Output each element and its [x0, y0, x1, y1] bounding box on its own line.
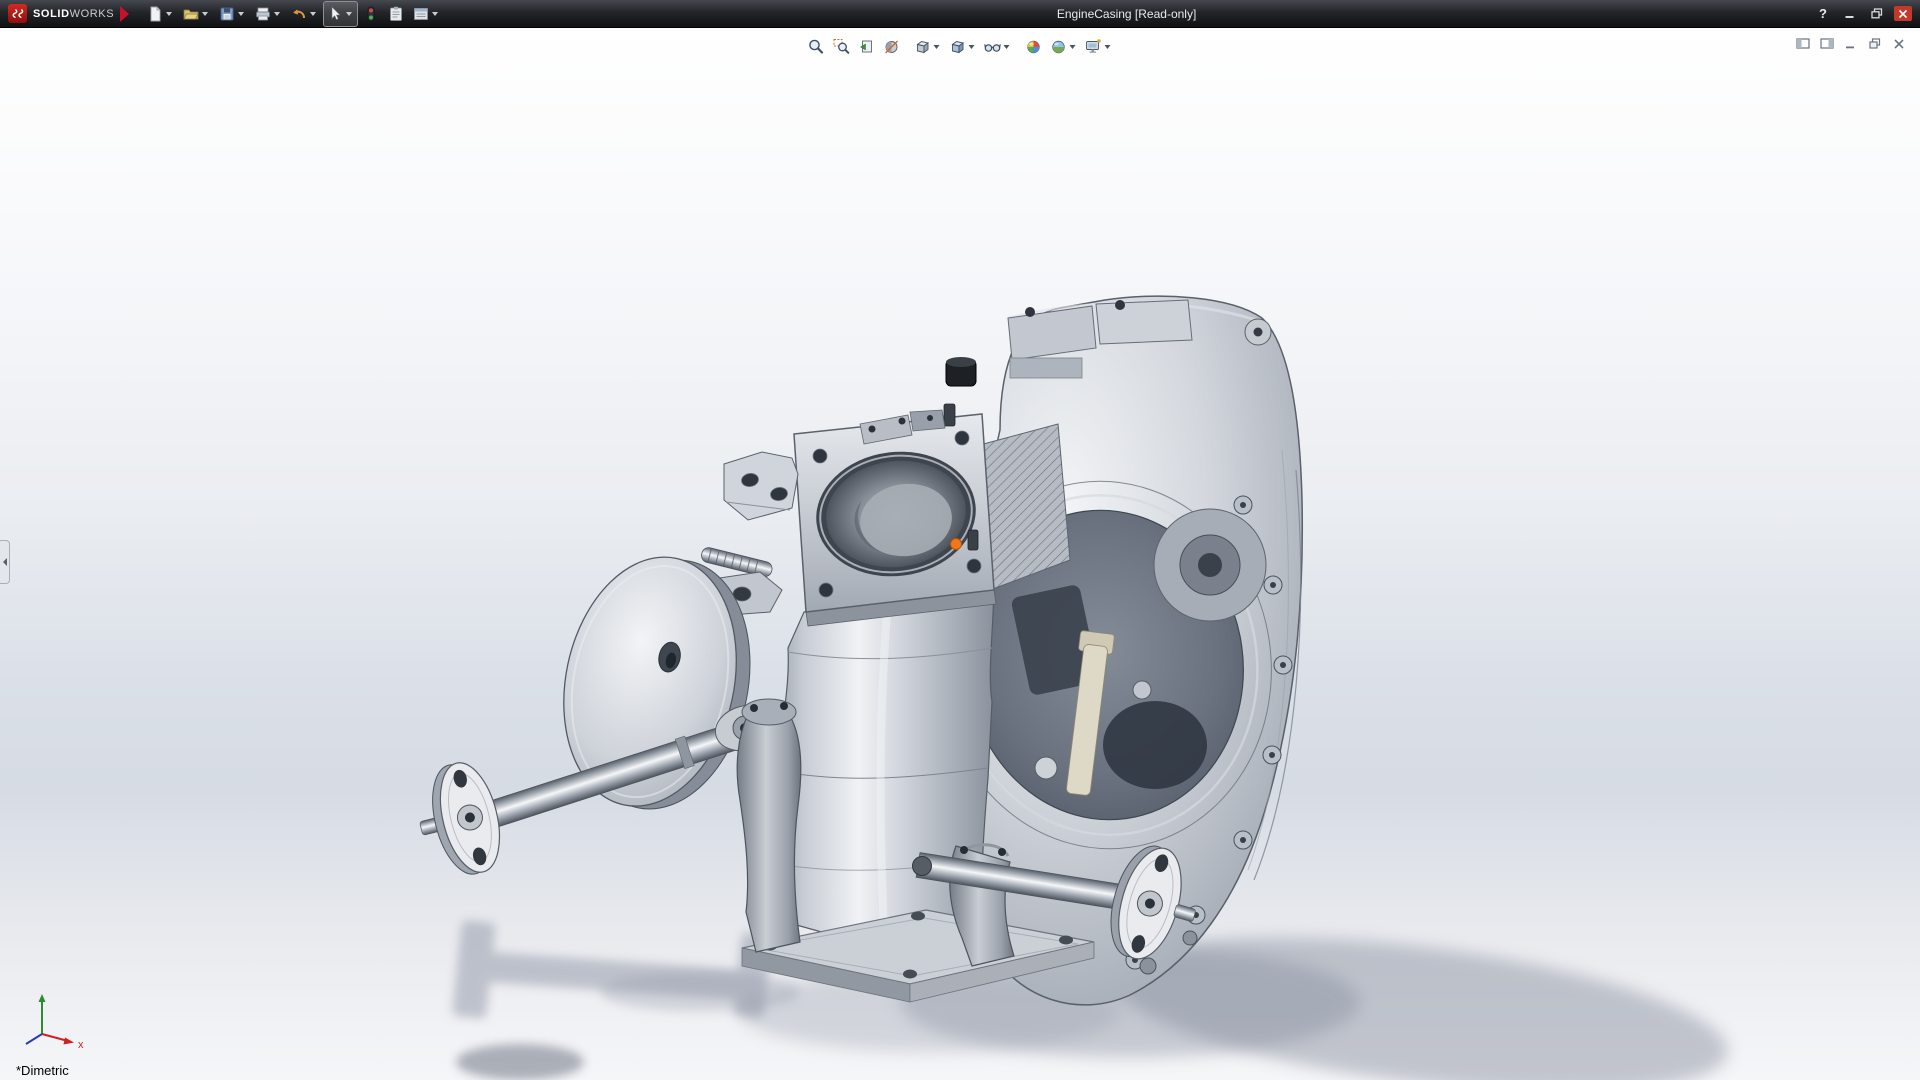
save-button[interactable]: [215, 1, 250, 27]
restore-doc-icon: [1868, 38, 1882, 50]
dropdown-arrow-icon[interactable]: [934, 45, 940, 49]
feature-panel-collapse-tab[interactable]: [0, 540, 10, 584]
minimize-document-button[interactable]: [1842, 36, 1860, 51]
options-icon: [412, 5, 430, 23]
view-orientation-button[interactable]: [911, 33, 945, 61]
close-document-button[interactable]: [1890, 36, 1908, 51]
minimize-icon: [1844, 9, 1856, 19]
dropdown-arrow-icon[interactable]: [969, 45, 975, 49]
collapse-arrow-icon: [3, 558, 7, 566]
heads-up-view-toolbar: [805, 33, 1116, 61]
brand-bold: SOLID: [33, 8, 70, 20]
dropdown-arrow-icon[interactable]: [346, 12, 352, 16]
section-view-icon: [883, 38, 901, 56]
print-button[interactable]: [251, 1, 286, 27]
dropdown-arrow-icon[interactable]: [1004, 45, 1010, 49]
undo-icon: [290, 5, 308, 23]
x-axis-arrow: [64, 1038, 75, 1045]
document-title: EngineCasing [Read-only]: [444, 7, 1809, 21]
rebuild-button[interactable]: [359, 1, 383, 27]
display-style-icon: [949, 38, 967, 56]
file-properties-icon: [387, 5, 405, 23]
selection-marker[interactable]: [951, 539, 962, 550]
dropdown-arrow-icon[interactable]: [238, 12, 244, 16]
edit-appearance-button[interactable]: [1022, 33, 1046, 61]
section-view-button[interactable]: [880, 33, 904, 61]
y-axis-arrow: [39, 994, 46, 1002]
new-document-button[interactable]: [143, 1, 178, 27]
view-settings-icon: [1085, 38, 1103, 56]
file-properties-button[interactable]: [384, 1, 408, 27]
help-button[interactable]: ?: [1813, 5, 1833, 23]
previous-view-button[interactable]: [855, 33, 879, 61]
engine-casing-model[interactable]: [0, 0, 1920, 1080]
restore-document-button[interactable]: [1866, 36, 1884, 51]
print-icon: [254, 5, 272, 23]
x-axis-label: x: [78, 1039, 84, 1051]
view-orientation-icon: [914, 38, 932, 56]
featuremanager-pane-toggle-button[interactable]: [1794, 36, 1812, 51]
rebuild-traffic-light-icon: [362, 5, 380, 23]
zoom-to-area-button[interactable]: [830, 33, 854, 61]
window-controls: ?: [1809, 5, 1920, 23]
apply-scene-button[interactable]: [1047, 33, 1081, 61]
close-doc-icon: [1893, 38, 1905, 50]
close-icon: [1898, 9, 1908, 19]
apply-scene-icon: [1050, 38, 1068, 56]
dropdown-arrow-icon[interactable]: [1105, 45, 1111, 49]
minimize-doc-icon: [1844, 38, 1858, 50]
brand-light: WORKS: [70, 8, 115, 20]
pane-left-icon: [1796, 38, 1810, 50]
undo-button[interactable]: [287, 1, 322, 27]
solidworks-logo-icon: [8, 4, 27, 23]
z-axis-line: [26, 1034, 42, 1044]
dropdown-arrow-icon[interactable]: [310, 12, 316, 16]
select-cursor-icon: [326, 5, 344, 23]
edit-appearance-icon: [1025, 38, 1043, 56]
minimize-button[interactable]: [1840, 5, 1860, 23]
pane-right-icon: [1820, 38, 1834, 50]
dropdown-arrow-icon[interactable]: [1070, 45, 1076, 49]
rod-flange-left[interactable]: [408, 757, 510, 884]
dropdown-arrow-icon[interactable]: [166, 12, 172, 16]
document-window-controls: [1794, 36, 1908, 51]
app-brand: SOLIDWORKS: [33, 8, 114, 20]
view-settings-button[interactable]: [1082, 33, 1116, 61]
save-icon: [218, 5, 236, 23]
close-button[interactable]: [1894, 6, 1912, 21]
options-button[interactable]: [409, 1, 444, 27]
zoom-to-fit-icon: [808, 38, 826, 56]
display-style-button[interactable]: [946, 33, 980, 61]
task-pane-toggle-button[interactable]: [1818, 36, 1836, 51]
orientation-triad: x: [14, 990, 104, 1054]
brand-swoosh-icon: [120, 6, 129, 22]
open-button[interactable]: [179, 1, 214, 27]
restore-button[interactable]: [1867, 5, 1887, 23]
dropdown-arrow-icon[interactable]: [432, 12, 438, 16]
help-icon: ?: [1819, 6, 1827, 21]
view-orientation-label: *Dimetric: [16, 1063, 69, 1078]
carburetor-flange[interactable]: [794, 404, 996, 626]
zoom-to-fit-button[interactable]: [805, 33, 829, 61]
hide-show-items-icon: [984, 38, 1002, 56]
main-toolbar: [143, 1, 444, 27]
dropdown-arrow-icon[interactable]: [202, 12, 208, 16]
hide-show-items-button[interactable]: [981, 33, 1015, 61]
title-bar: SOLIDWORKS: [0, 0, 1920, 28]
restore-icon: [1871, 8, 1883, 19]
open-icon: [182, 5, 200, 23]
previous-view-icon: [858, 38, 876, 56]
zoom-to-area-icon: [833, 38, 851, 56]
dropdown-arrow-icon[interactable]: [274, 12, 280, 16]
stand-arm-left[interactable]: [737, 714, 801, 952]
select-button[interactable]: [323, 1, 358, 27]
new-document-icon: [146, 5, 164, 23]
